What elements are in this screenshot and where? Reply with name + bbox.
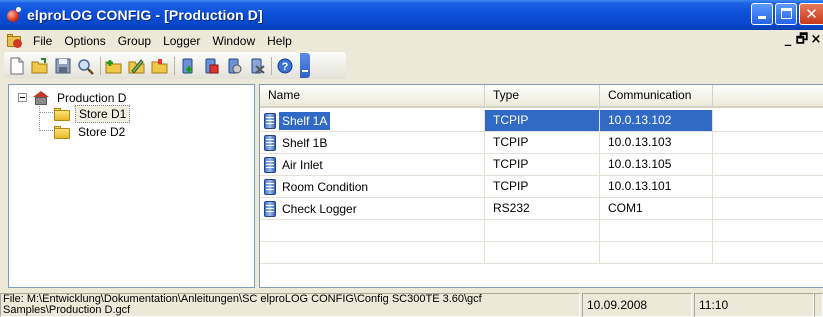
search-button[interactable] — [76, 56, 96, 76]
minimize-button[interactable] — [751, 3, 773, 25]
document-folder-icon[interactable] — [7, 33, 23, 48]
close-button[interactable]: ✕ — [799, 3, 823, 25]
menu-bar: File Options Group Logger Window Help _ … — [0, 30, 823, 51]
maximize-button[interactable] — [775, 3, 797, 25]
folder-icon — [54, 125, 71, 139]
add-group-button[interactable] — [104, 56, 124, 76]
status-bar: File: M:\Entwicklung\Dokumentation\Anlei… — [0, 291, 823, 317]
app-logo-icon — [6, 7, 22, 23]
tree-label: Store D2 — [78, 125, 126, 139]
toolbar-overflow-button[interactable] — [300, 53, 310, 78]
column-header-type[interactable]: Type — [485, 85, 600, 106]
title-bar[interactable]: elproLOG CONFIG - [Production D] ✕ — [0, 0, 823, 30]
menu-help[interactable]: Help — [261, 34, 298, 48]
search-icon — [78, 58, 94, 75]
svg-text:?: ? — [282, 61, 289, 73]
tree-label: Production D — [57, 91, 127, 105]
column-header-name[interactable]: Name — [260, 85, 485, 106]
table-row-empty — [260, 220, 823, 242]
logger-icon — [264, 200, 276, 217]
column-header-empty — [713, 85, 823, 106]
edit-logger-icon — [205, 58, 219, 73]
save-icon — [55, 58, 71, 73]
row-type: RS232 — [485, 198, 600, 220]
maximize-icon — [781, 8, 792, 19]
delete-group-icon — [151, 58, 168, 73]
table-row[interactable]: Shelf 1B TCPIP 10.0.13.103 — [260, 132, 823, 154]
logger-config-button[interactable] — [224, 56, 244, 76]
add-group-icon — [105, 59, 122, 73]
menu-options[interactable]: Options — [58, 34, 111, 48]
group-icon — [33, 91, 50, 105]
logger-icon — [264, 134, 276, 151]
row-communication: 10.0.13.103 — [600, 132, 713, 154]
resize-grip[interactable] — [814, 293, 823, 317]
edit-group-button[interactable] — [127, 56, 147, 76]
row-name: Air Inlet — [282, 157, 323, 172]
logger-icon — [264, 156, 276, 173]
save-button[interactable] — [53, 56, 73, 76]
toolbar-separator — [174, 56, 175, 75]
row-name: Shelf 1A — [279, 111, 331, 130]
list-header: Name Type Communication — [260, 85, 823, 108]
mdi-restore-button[interactable]: 🗗 — [795, 33, 809, 47]
help-button[interactable]: ? — [275, 56, 295, 76]
status-date: 10.09.2008 — [582, 293, 692, 317]
row-name: Room Condition — [282, 179, 369, 194]
table-row[interactable]: Room Condition TCPIP 10.0.13.101 — [260, 176, 823, 198]
mdi-minimize-button[interactable]: _ — [781, 33, 795, 47]
logger-icon — [264, 178, 276, 195]
row-communication: 10.0.13.102 — [600, 110, 713, 132]
row-communication: COM1 — [600, 198, 713, 220]
table-row[interactable]: Air Inlet TCPIP 10.0.13.105 — [260, 154, 823, 176]
minimize-icon — [758, 16, 766, 19]
tree-label: Store D1 — [75, 105, 131, 123]
status-time: 11:10 — [694, 293, 814, 317]
logger-icon — [264, 112, 276, 129]
table-row[interactable]: Shelf 1A TCPIP 10.0.13.102 — [260, 110, 823, 132]
logger-config-icon — [228, 58, 242, 73]
row-communication: 10.0.13.101 — [600, 176, 713, 198]
status-file-path: File: M:\Entwicklung\Dokumentation\Anlei… — [0, 293, 580, 317]
row-type: TCPIP — [485, 110, 600, 132]
row-name: Check Logger — [282, 201, 357, 216]
menu-logger[interactable]: Logger — [157, 34, 206, 48]
column-header-communication[interactable]: Communication — [600, 85, 713, 106]
table-row[interactable]: Check Logger RS232 COM1 — [260, 198, 823, 220]
open-icon — [31, 57, 48, 73]
edit-group-icon — [128, 58, 145, 74]
menu-group[interactable]: Group — [112, 34, 157, 48]
row-name: Shelf 1B — [282, 135, 328, 150]
row-communication: 10.0.13.105 — [600, 154, 713, 176]
open-button[interactable] — [30, 56, 50, 76]
close-icon: ✕ — [805, 5, 818, 23]
row-type: TCPIP — [485, 154, 600, 176]
new-file-icon — [10, 57, 24, 74]
add-logger-button[interactable] — [178, 56, 198, 76]
delete-logger-button[interactable] — [247, 56, 267, 76]
table-row-empty — [260, 242, 823, 264]
edit-logger-button[interactable] — [201, 56, 221, 76]
collapse-toggle[interactable] — [18, 93, 27, 102]
row-type: TCPIP — [485, 132, 600, 154]
window-title: elproLOG CONFIG - [Production D] — [27, 7, 263, 23]
toolbar-separator — [100, 56, 101, 75]
new-file-button[interactable] — [7, 56, 27, 76]
row-type: TCPIP — [485, 176, 600, 198]
delete-group-button[interactable] — [150, 56, 170, 76]
tree-item-store-d2[interactable]: Store D2 — [54, 123, 128, 141]
menu-window[interactable]: Window — [206, 34, 261, 48]
add-logger-icon — [182, 58, 193, 73]
group-tree: Production D Store D1 Store D2 — [8, 84, 255, 288]
delete-logger-icon — [251, 58, 265, 74]
tree-item-store-d1[interactable]: Store D1 — [54, 105, 131, 123]
status-file-line-2: Samples\Production D.gcf — [3, 304, 131, 316]
toolbar-separator — [271, 56, 272, 75]
mdi-close-button[interactable]: × — [809, 33, 823, 47]
help-icon: ? — [277, 58, 293, 73]
menu-file[interactable]: File — [27, 34, 58, 48]
logger-list: Name Type Communication Shelf 1A TCPIP 1… — [259, 84, 823, 288]
folder-icon — [54, 107, 71, 121]
toolbar: ? — [4, 52, 346, 79]
